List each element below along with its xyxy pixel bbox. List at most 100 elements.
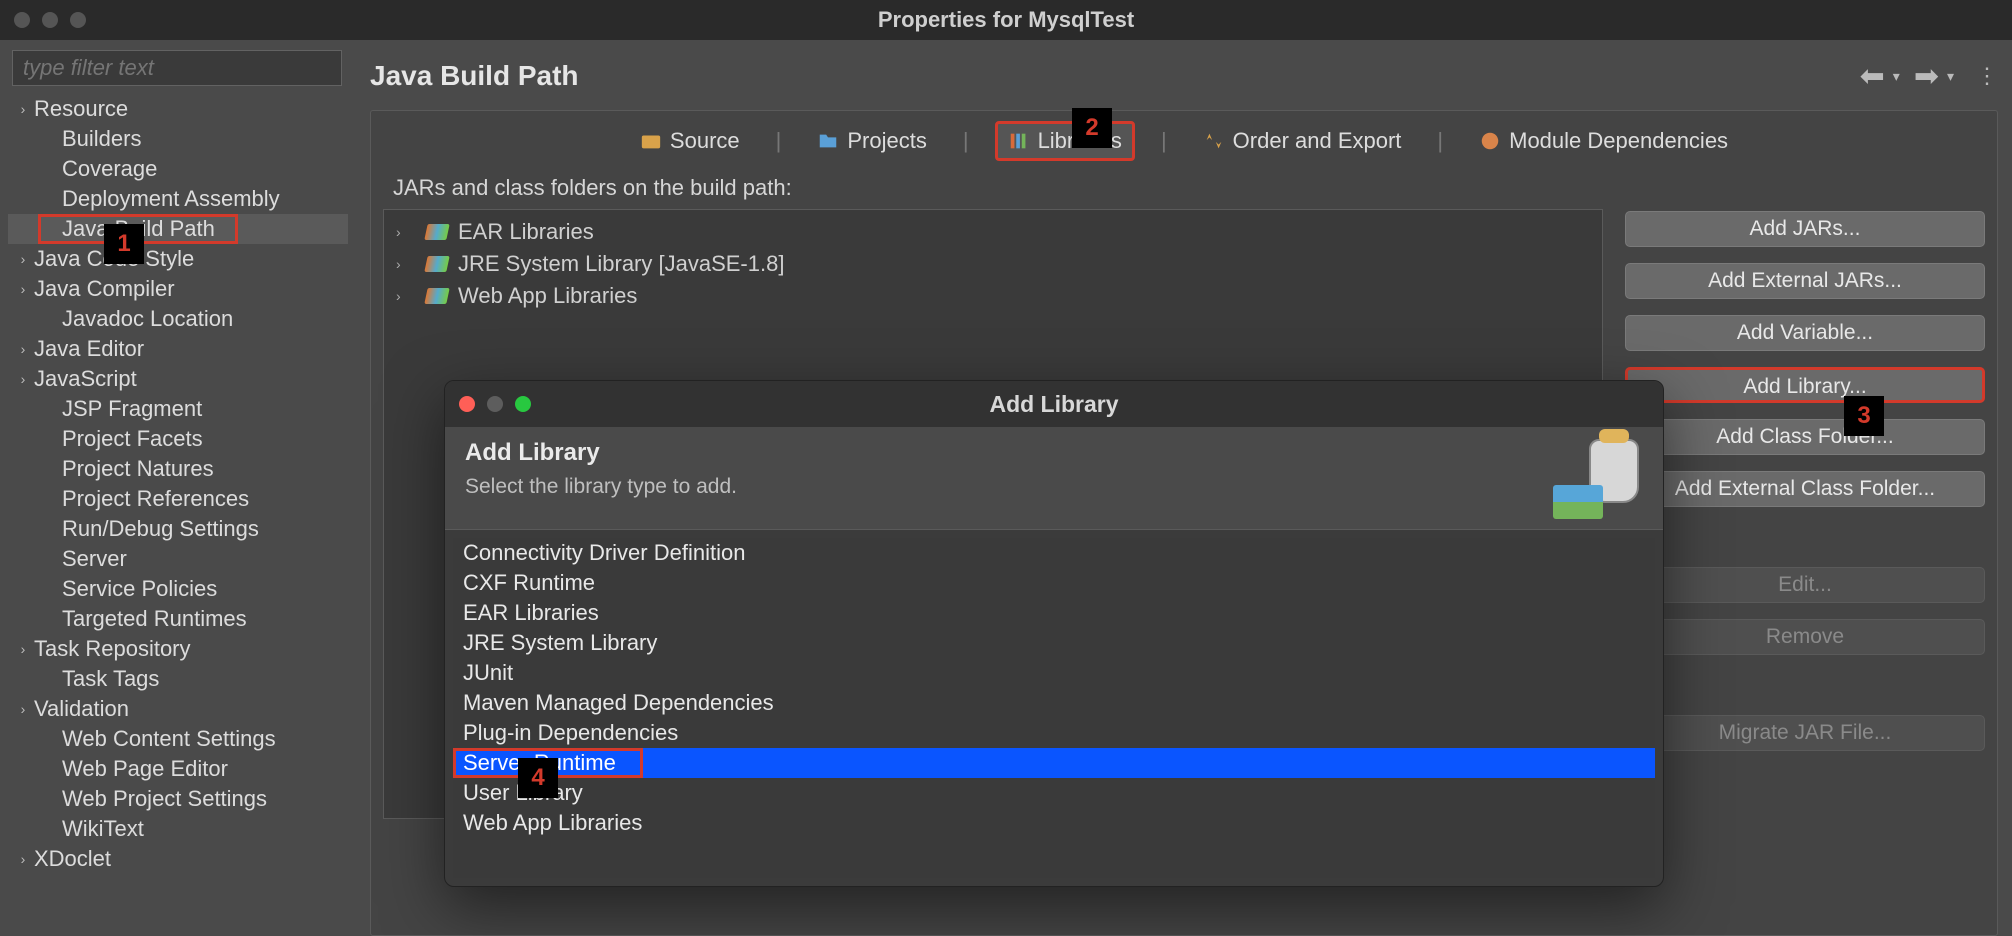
library-type-item[interactable]: CXF Runtime [453,568,1655,598]
nav-item-label: JSP Fragment [34,396,202,422]
zoom-icon[interactable] [70,12,86,28]
nav-item-label: Java Editor [34,336,144,362]
page-menu-icon[interactable]: ⋮ [1976,63,1998,89]
nav-item-label: Project Facets [34,426,203,452]
projects-icon [817,130,839,152]
tab-module-dependencies[interactable]: Module Dependencies [1469,121,1738,161]
nav-item-label: JavaScript [34,366,137,392]
add-variable-button[interactable]: Add Variable... [1625,315,1985,351]
nav-item[interactable]: ›Task Repository [8,634,348,664]
chevron-right-icon: › [12,371,34,387]
library-type-list[interactable]: Connectivity Driver DefinitionCXF Runtim… [453,538,1655,878]
back-icon[interactable]: ⬅ [1860,59,1885,94]
nav-item[interactable]: Server [8,544,348,574]
filter-input[interactable] [12,50,342,86]
nav-item-label: Web Project Settings [34,786,267,812]
nav-item[interactable]: JSP Fragment [8,394,348,424]
nav-item[interactable]: ›JavaScript [8,364,348,394]
library-entry[interactable]: ›EAR Libraries [388,216,1598,248]
nav-item-label: Coverage [34,156,157,182]
nav-item[interactable]: Project References [8,484,348,514]
tab-libraries[interactable]: Libraries [995,121,1135,161]
library-type-item[interactable]: Web App Libraries [453,808,1655,838]
nav-item[interactable]: Task Tags [8,664,348,694]
library-type-item[interactable]: EAR Libraries [453,598,1655,628]
library-type-item[interactable]: JUnit [453,658,1655,688]
nav-item[interactable]: ›Java Compiler [8,274,348,304]
nav-item[interactable]: Java Build Path [8,214,348,244]
nav-item[interactable]: Javadoc Location [8,304,348,334]
close-icon[interactable] [14,12,30,28]
library-entry-label: JRE System Library [JavaSE-1.8] [458,251,784,277]
forward-history-icon[interactable]: ▾ [1947,68,1954,85]
forward-icon[interactable]: ➡ [1914,59,1939,94]
remove-button: Remove [1625,619,1985,655]
dialog-subtext: Select the library type to add. [465,475,737,499]
nav-item[interactable]: Service Policies [8,574,348,604]
chevron-right-icon: › [12,341,34,357]
annotation-badge: 2 [1072,108,1112,148]
library-entry[interactable]: › JRE System Library [JavaSE-1.8] [388,248,1598,280]
nav-item[interactable]: ›XDoclet [8,844,348,874]
minimize-icon[interactable] [42,12,58,28]
chevron-right-icon: › [12,701,34,717]
library-type-item[interactable]: User Library [453,778,1655,808]
add-library-button[interactable]: Add Library... [1625,367,1985,403]
tab-label: Order and Export [1233,128,1402,154]
nav-item[interactable]: WikiText [8,814,348,844]
nav-item-label: Javadoc Location [34,306,233,332]
library-icon [424,288,449,304]
libraries-icon [1008,130,1030,152]
nav-item[interactable]: ›Java Editor [8,334,348,364]
nav-item-label: Server [34,546,127,572]
chevron-right-icon: › [12,641,34,657]
nav-item[interactable]: Deployment Assembly [8,184,348,214]
dialog-title: Add Library [445,391,1663,418]
library-icon [424,224,449,240]
chevron-right-icon: › [396,288,416,304]
migrate-jar-file-button: Migrate JAR File... [1625,715,1985,751]
nav-item-label: XDoclet [34,846,111,872]
page-title: Java Build Path [370,60,579,92]
chevron-right-icon: › [396,224,416,240]
back-history-icon[interactable]: ▾ [1893,68,1900,85]
nav-item[interactable]: Project Facets [8,424,348,454]
library-type-item[interactable]: JRE System Library [453,628,1655,658]
nav-item[interactable]: ›Resource [8,94,348,124]
chevron-right-icon: › [396,256,416,272]
nav-item[interactable]: Project Natures [8,454,348,484]
nav-item[interactable]: Coverage [8,154,348,184]
add-class-folder-button[interactable]: Add Class Folder... [1625,419,1985,455]
module-dependencies-icon [1479,130,1501,152]
nav-item[interactable]: Web Page Editor [8,754,348,784]
add-jars-button[interactable]: Add JARs... [1625,211,1985,247]
nav-item[interactable]: Web Project Settings [8,784,348,814]
library-entry[interactable]: ›Web App Libraries [388,280,1598,312]
add-external-jars-button[interactable]: Add External JARs... [1625,263,1985,299]
tab-label: Source [670,128,740,154]
nav-item[interactable]: Run/Debug Settings [8,514,348,544]
nav-item-label: Project References [34,486,249,512]
nav-item[interactable]: Web Content Settings [8,724,348,754]
library-type-item[interactable]: Server Runtime [453,748,1655,778]
source-icon [640,130,662,152]
tab-projects[interactable]: Projects [807,121,936,161]
library-type-item[interactable]: Connectivity Driver Definition [453,538,1655,568]
nav-item[interactable]: Targeted Runtimes [8,604,348,634]
nav-item-label: Web Page Editor [34,756,228,782]
annotation-badge: 3 [1844,396,1884,436]
library-type-item[interactable]: Plug-in Dependencies [453,718,1655,748]
nav-item-label: Deployment Assembly [34,186,280,212]
nav-item[interactable]: ›Validation [8,694,348,724]
add-library-dialog: Add Library Add Library Select the libra… [444,380,1664,887]
nav-item[interactable]: ›Java Code Style [8,244,348,274]
library-type-item[interactable]: Maven Managed Dependencies [453,688,1655,718]
nav-item-label: WikiText [34,816,144,842]
tab-label: Module Dependencies [1509,128,1728,154]
properties-nav-sidebar: ›ResourceBuildersCoverage Deployment Asse… [0,40,356,936]
tab-source[interactable]: Source [630,121,750,161]
add-external-class-folder-button[interactable]: Add External Class Folder... [1625,471,1985,507]
window-titlebar: Properties for MysqlTest [0,0,2012,40]
nav-item[interactable]: Builders [8,124,348,154]
tab-order-and-export[interactable]: Order and Export [1193,121,1412,161]
